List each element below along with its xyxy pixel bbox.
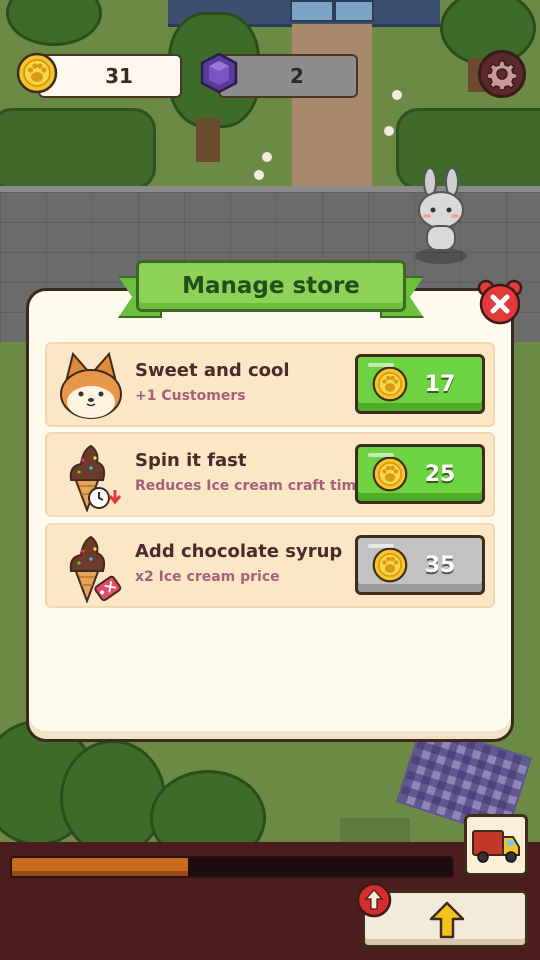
banner-plate: Manage store [136, 260, 406, 312]
bunny-customer-icon [415, 168, 467, 264]
upgrade-price: 17 [424, 371, 456, 397]
upgrade-description: +1 Customers [135, 388, 246, 404]
gem-count: 2 [290, 64, 304, 88]
upgrade-description: x2 Ice cream price [135, 569, 280, 585]
upgrade-price: 35 [424, 552, 456, 578]
flower [392, 90, 402, 100]
progress-bar-fill [12, 858, 188, 876]
dialog-title-banner: Manage store [118, 258, 424, 328]
settings-button[interactable] [478, 50, 526, 98]
gear-icon [487, 60, 517, 89]
paw-coin-icon [372, 366, 408, 402]
upgrade-alert-badge [356, 882, 392, 918]
truck-icon [472, 830, 520, 863]
buy-upgrade-button[interactable]: 25 [355, 444, 485, 504]
paw-coin-icon [16, 52, 58, 94]
shiba-dog-icon [60, 351, 122, 419]
flower [262, 152, 272, 162]
coin-count: 31 [105, 64, 133, 88]
tree [60, 740, 166, 856]
upgrade-row: Sweet and cool +1 Customers 17 [45, 342, 495, 427]
house-window [334, 0, 374, 22]
upgrade-description: Reduces Ice cream craft time [135, 478, 366, 494]
buy-upgrade-button[interactable]: 17 [355, 354, 485, 414]
hedge [0, 108, 156, 190]
buy-upgrade-button-disabled[interactable]: 35 [355, 535, 485, 595]
flower [254, 170, 264, 180]
ice-cream-price-tag-icon [69, 535, 122, 603]
ice-cream-timer-icon [69, 444, 122, 512]
purple-gem-icon [200, 52, 238, 94]
dialog-title: Manage store [182, 273, 360, 299]
upgrade-row: Spin it fast Reduces Ice cream craft tim… [45, 432, 495, 517]
flower [384, 126, 394, 136]
tree-trunk [196, 118, 220, 162]
house-window [290, 0, 334, 22]
dirt-path [292, 24, 372, 194]
coin-counter: 31 [38, 54, 182, 98]
close-button[interactable] [476, 278, 524, 326]
progress-bar [10, 856, 454, 878]
paw-coin-icon [372, 547, 408, 583]
upgrade-title: Add chocolate syrup [135, 541, 343, 562]
upgrade-row: Add chocolate syrup x2 Ice cream price 3… [45, 523, 495, 608]
upgrade-price: 25 [424, 461, 456, 487]
up-arrow-icon [429, 901, 465, 939]
delivery-truck-button[interactable] [464, 814, 528, 876]
upgrade-title: Sweet and cool [135, 360, 290, 381]
upgrade-title: Spin it fast [135, 450, 247, 471]
paw-coin-icon [372, 456, 408, 492]
